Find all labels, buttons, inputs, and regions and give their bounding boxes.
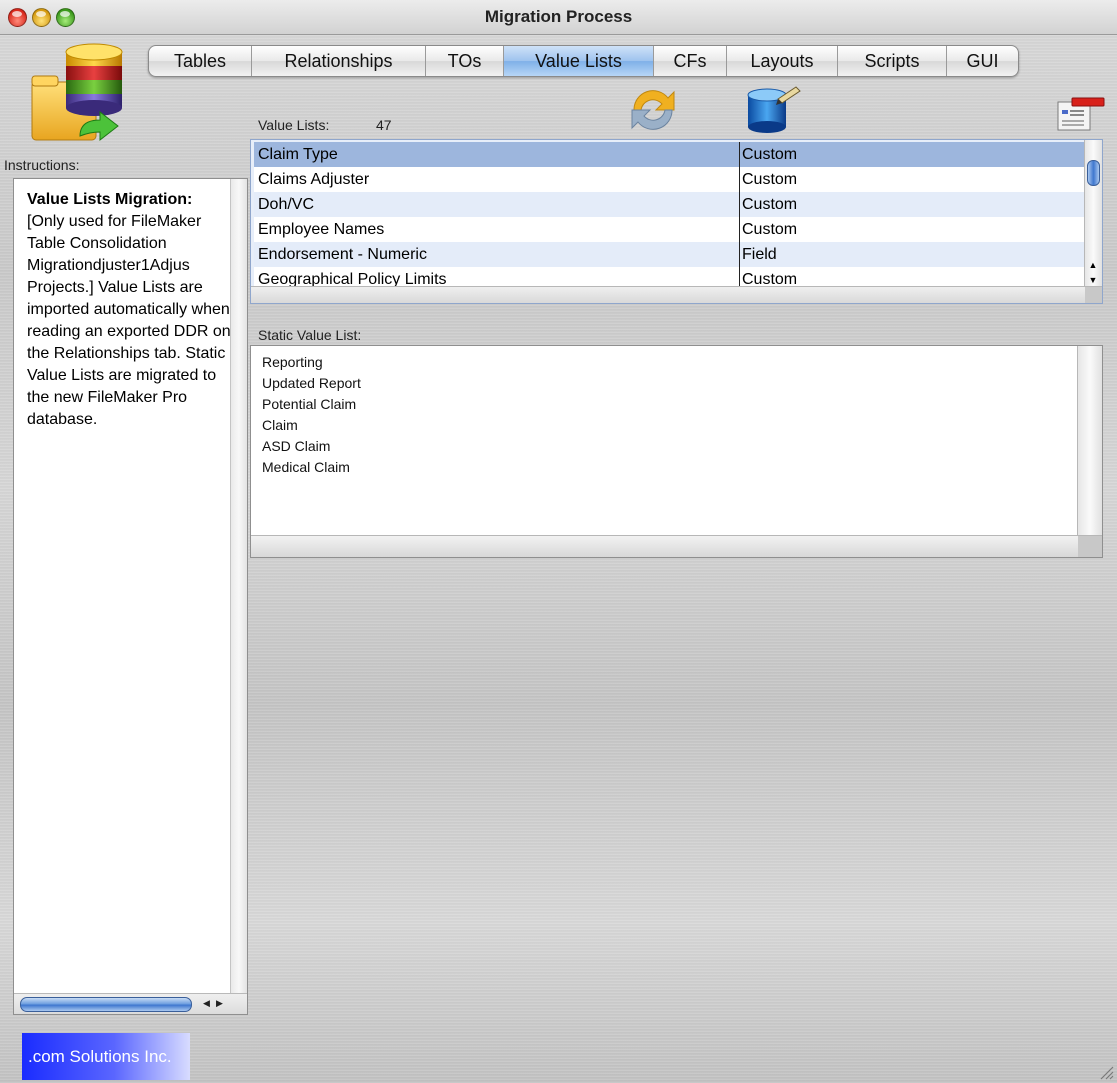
static-value-list-label: Static Value List: xyxy=(258,327,362,343)
value-lists-rows: Claim Type Custom Claims Adjuster Custom Doh… xyxy=(254,142,1084,288)
tab-layouts[interactable]: Layouts xyxy=(727,46,838,76)
instructions-vertical-scrollbar[interactable] xyxy=(230,179,247,995)
value-list-type: Field xyxy=(742,246,777,263)
static-value-list-horizontal-scrollbar[interactable] xyxy=(251,535,1102,557)
tab-bar: Tables Relationships TOs Value Lists CFs… xyxy=(148,45,1019,77)
tab-tables[interactable]: Tables xyxy=(149,46,252,76)
value-list-name: Employee Names xyxy=(254,217,740,242)
list-item: Potential Claim xyxy=(262,396,357,412)
scroll-up-arrow-icon[interactable]: ▲ xyxy=(1087,260,1099,270)
value-list-type: Custom xyxy=(742,271,798,288)
value-lists-count: 47 xyxy=(376,117,392,133)
layout-card-icon[interactable] xyxy=(1054,96,1106,132)
list-item: Updated Report xyxy=(262,375,361,391)
scroll-right-arrow-icon[interactable]: ▶ xyxy=(213,996,226,1011)
value-lists-horizontal-scrollbar[interactable] xyxy=(251,286,1102,303)
static-value-list-vertical-scrollbar[interactable] xyxy=(1077,346,1102,536)
table-row[interactable]: Claims Adjuster Custom xyxy=(254,167,1084,192)
table-row[interactable]: Doh/VC Custom xyxy=(254,192,1084,217)
value-list-name: Claims Adjuster xyxy=(254,167,740,192)
list-item: Claim xyxy=(262,417,298,433)
instructions-text: Value Lists Migration: [Only used for Fi… xyxy=(27,189,233,431)
tab-tos[interactable]: TOs xyxy=(426,46,504,76)
tab-value-lists[interactable]: Value Lists xyxy=(504,46,654,76)
static-value-list-panel[interactable]: Reporting Updated Report Potential Claim Cl… xyxy=(250,345,1103,558)
scroll-arrows[interactable]: ◀ ▶ xyxy=(200,996,230,1011)
value-list-type: Custom xyxy=(742,221,798,238)
instructions-heading: Value Lists Migration: xyxy=(27,191,193,208)
value-list-name: Claim Type xyxy=(254,142,740,167)
value-lists-vertical-scrollbar[interactable]: ▲ ▼ xyxy=(1084,140,1102,288)
instructions-label: Instructions: xyxy=(4,157,80,173)
table-row[interactable]: Geographical Policy Limits Custom xyxy=(254,267,1084,288)
value-lists-table[interactable]: Claim Type Custom Claims Adjuster Custom Doh… xyxy=(250,139,1103,304)
database-edit-icon[interactable] xyxy=(742,83,804,135)
tab-relationships[interactable]: Relationships xyxy=(252,46,426,76)
list-item: ASD Claim xyxy=(262,438,331,454)
value-list-type: Custom xyxy=(742,196,798,213)
tab-scripts[interactable]: Scripts xyxy=(838,46,947,76)
value-list-name: Endorsement - Numeric xyxy=(254,242,740,267)
static-value-list-items: Reporting Updated Report Potential Claim Cl… xyxy=(262,352,361,478)
table-row[interactable]: Employee Names Custom xyxy=(254,217,1084,242)
instructions-body: [Only used for FileMaker Table Consolida… xyxy=(27,213,231,428)
table-row[interactable]: Claim Type Custom xyxy=(254,142,1084,167)
company-badge: .com Solutions Inc. xyxy=(22,1033,190,1080)
value-list-name: Doh/VC xyxy=(254,192,740,217)
resize-grip-icon[interactable] xyxy=(1098,1064,1114,1080)
window-title: Migration Process xyxy=(484,7,633,26)
instructions-horizontal-scrollbar[interactable]: ◀ ▶ xyxy=(14,993,247,1014)
table-row[interactable]: Endorsement - Numeric Field xyxy=(254,242,1084,267)
scroll-corner xyxy=(1085,287,1102,303)
scroll-left-arrow-icon[interactable]: ◀ xyxy=(200,996,213,1011)
list-item: Medical Claim xyxy=(262,459,350,475)
scroll-corner xyxy=(1078,536,1102,557)
scroll-down-arrow-icon[interactable]: ▼ xyxy=(1087,275,1099,285)
value-list-name: Geographical Policy Limits xyxy=(254,267,740,288)
title-bar: Migration Process xyxy=(0,0,1117,35)
database-migration-icon xyxy=(31,43,123,142)
scroll-thumb[interactable] xyxy=(1087,160,1100,186)
tab-gui[interactable]: GUI xyxy=(947,46,1018,76)
list-item: Reporting xyxy=(262,354,323,370)
scroll-thumb[interactable] xyxy=(20,997,192,1012)
refresh-sync-icon[interactable] xyxy=(626,84,680,136)
instructions-panel[interactable]: Value Lists Migration: [Only used for Fi… xyxy=(13,178,248,1015)
value-lists-label: Value Lists: xyxy=(258,117,330,133)
tab-cfs[interactable]: CFs xyxy=(654,46,727,76)
value-list-type: Custom xyxy=(742,146,798,163)
value-list-type: Custom xyxy=(742,171,798,188)
